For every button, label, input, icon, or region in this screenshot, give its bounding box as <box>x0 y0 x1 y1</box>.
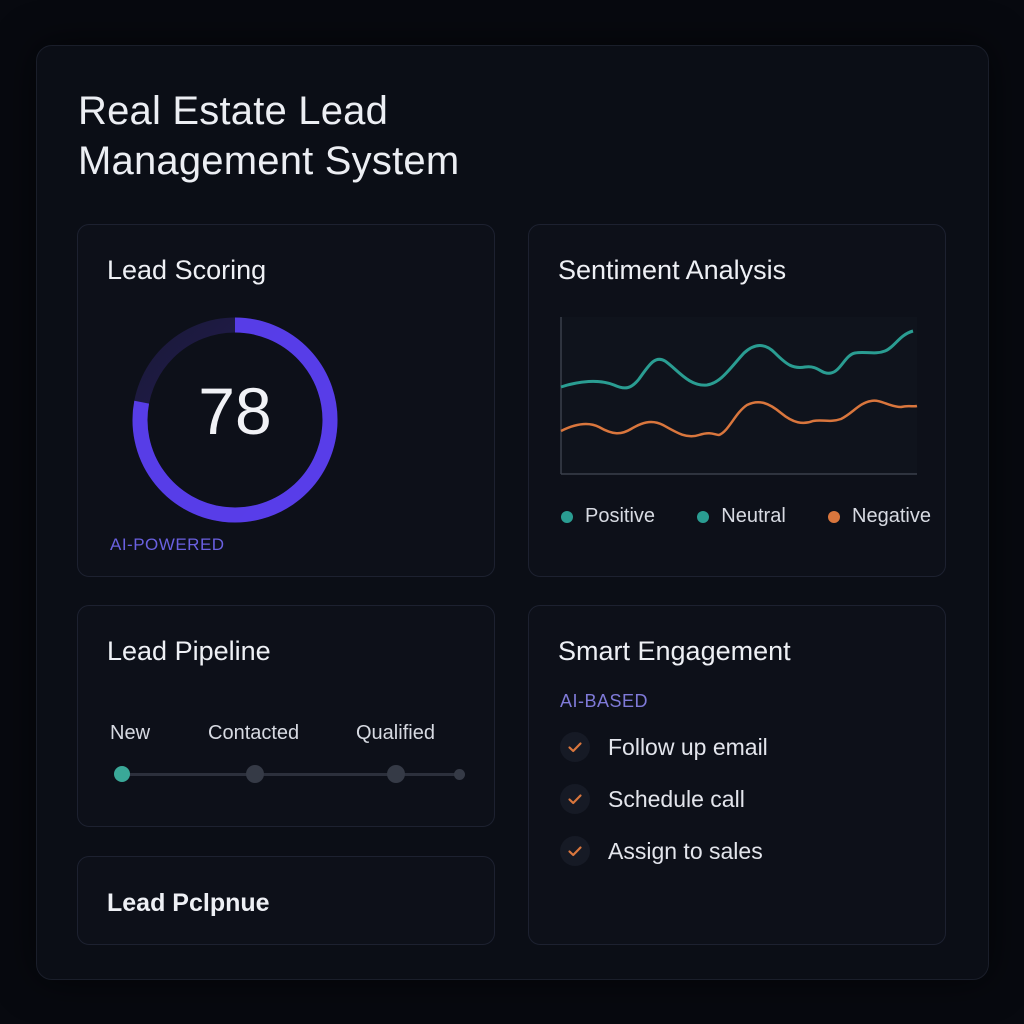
page-title: Real Estate Lead Management System <box>78 89 460 183</box>
pipeline-node-new[interactable] <box>114 766 130 782</box>
legend-label: Neutral <box>721 505 786 527</box>
task-label: Schedule call <box>608 785 745 812</box>
legend-label: Negative <box>852 505 931 527</box>
lead-pipeline-secondary-card[interactable]: Lead Pclpnue <box>77 856 495 945</box>
sentiment-line-chart <box>560 317 918 475</box>
legend-dot-icon <box>828 510 841 523</box>
stage-label-contacted[interactable]: Contacted <box>208 722 299 745</box>
stage-label-new[interactable]: New <box>110 722 150 745</box>
task-label: Follow up email <box>608 733 768 760</box>
legend-label: Positive <box>585 505 656 527</box>
chart-legend: Positive Neutral Negative <box>561 505 931 528</box>
lead-score-value: 78 <box>198 374 272 448</box>
sentiment-analysis-card[interactable]: Sentiment Analysis Positive Neutral Nega… <box>528 224 946 577</box>
sentiment-title: Sentiment Analysis <box>558 255 787 285</box>
legend-item-neutral[interactable]: Neutral <box>697 505 786 528</box>
stage-label-qualified[interactable]: Qualified <box>356 722 435 745</box>
task-item-follow-up-email[interactable]: Follow up email <box>560 732 768 762</box>
pipeline-node-end[interactable] <box>454 769 465 780</box>
legend-dot-icon <box>561 510 573 523</box>
smart-engagement-card[interactable]: Smart Engagement AI-BASED Follow up emai… <box>528 605 946 945</box>
legend-item-positive[interactable]: Positive <box>561 505 655 528</box>
smart-engagement-title: Smart Engagement <box>558 636 791 666</box>
legend-item-negative[interactable]: Negative <box>828 505 931 528</box>
task-item-schedule-call[interactable]: Schedule call <box>560 784 745 814</box>
legend-dot-icon <box>697 510 710 523</box>
lead-pipeline-card[interactable]: Lead Pipeline New Contacted Qualified <box>77 605 495 827</box>
checkmark-icon <box>560 784 590 814</box>
pipeline-node-contacted[interactable] <box>246 765 264 783</box>
pipeline-node-qualified[interactable] <box>387 765 405 783</box>
lead-pipeline-secondary-title: Lead Pclpnue <box>107 889 270 917</box>
chart-plot-area <box>561 317 917 474</box>
ai-based-badge: AI-BASED <box>560 691 649 711</box>
task-label: Assign to sales <box>608 837 763 864</box>
ai-powered-badge: AI-POWERED <box>110 535 225 554</box>
checkmark-icon <box>560 836 590 866</box>
lead-scoring-title: Lead Scoring <box>107 255 267 285</box>
pipeline-track <box>120 773 460 776</box>
lead-scoring-card[interactable]: Lead Scoring 78 AI-POWERED <box>77 224 495 577</box>
task-item-assign-to-sales[interactable]: Assign to sales <box>560 836 763 866</box>
checkmark-icon <box>560 732 590 762</box>
lead-pipeline-title: Lead Pipeline <box>107 636 271 666</box>
